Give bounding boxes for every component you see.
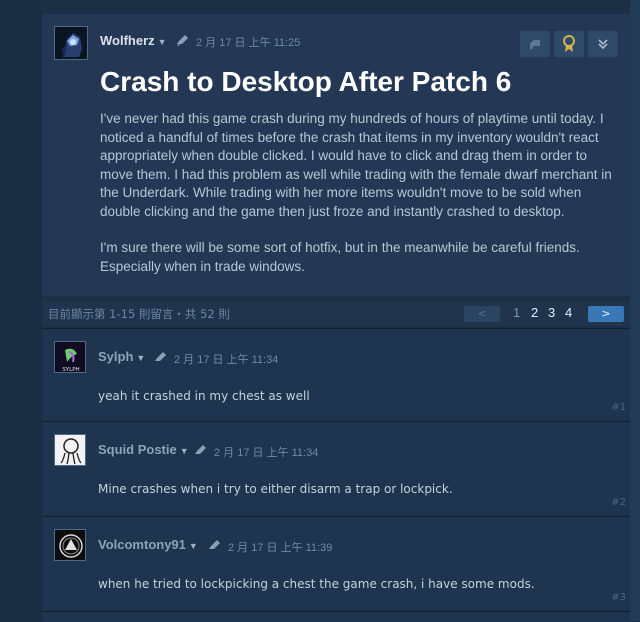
page-3[interactable]: 3 (548, 305, 555, 320)
page-1[interactable]: 1 (513, 305, 520, 320)
sylph-avatar-image: SYLPH (55, 342, 85, 373)
report-button[interactable] (520, 31, 550, 57)
comment-number[interactable]: #1 (611, 402, 626, 413)
comment-count: 目前顯示第 1-15 則留言・共 52 則 (48, 307, 230, 321)
chevron-down-icon[interactable]: ▼ (189, 541, 198, 551)
page-2[interactable]: 2 (531, 305, 538, 320)
edit-pen-icon (176, 34, 190, 49)
comment-avatar[interactable]: SYLPH (54, 341, 86, 373)
comment-timestamp: 2 月 17 日 上午 11:39 (228, 542, 333, 554)
comment-timestamp-line: 2 月 17 日 上午 11:34 (154, 351, 278, 367)
award-button[interactable] (554, 31, 584, 57)
comment-timestamp: 2 月 17 日 上午 11:34 (174, 354, 279, 366)
comment-timestamp-line: 2 月 17 日 上午 11:34 (194, 444, 318, 460)
page-right-background (630, 0, 640, 621)
volcom-avatar-image (55, 530, 85, 560)
thumb-down-icon (530, 40, 540, 49)
op-avatar-image (55, 27, 87, 59)
op-paragraph-1: I've never had this game crash during my… (100, 111, 612, 219)
comment-1: SYLPH Sylph ▼ 2 月 17 日 上午 11:34 yeah it c… (42, 328, 630, 420)
comment-avatar[interactable] (54, 529, 86, 561)
sylph-avatar-label: SYLPH (62, 367, 79, 373)
op-avatar[interactable] (54, 26, 88, 60)
op-timestamp-line: 2 月 17 日 上午 11:25 (176, 34, 300, 50)
page-left-background (0, 0, 42, 621)
comment-text: Mine crashes when i try to either disarm… (98, 482, 453, 496)
page-4[interactable]: 4 (565, 305, 572, 320)
comment-author[interactable]: Squid Postie ▼ (98, 442, 189, 457)
chevron-down-icon[interactable]: ▼ (180, 446, 189, 456)
next-comment-edge (42, 611, 630, 622)
comment-timestamp: 2 月 17 日 上午 11:34 (214, 447, 319, 459)
op-timestamp: 2 月 17 日 上午 11:25 (196, 37, 301, 49)
comment-author[interactable]: Sylph ▼ (98, 349, 145, 364)
comment-number[interactable]: #3 (611, 592, 626, 603)
edit-pen-icon (154, 351, 168, 366)
comment-timestamp-line: 2 月 17 日 上午 11:39 (208, 539, 332, 555)
topic-title: Crash to Desktop After Patch 6 (100, 66, 512, 97)
comment-2: Squid Postie ▼ 2 月 17 日 上午 11:34 Mine cra… (42, 421, 630, 515)
comment-author-name[interactable]: Sylph (98, 349, 133, 364)
comment-3: Volcomtony91 ▼ 2 月 17 日 上午 11:39 when he … (42, 516, 630, 610)
op-author-name[interactable]: Wolfherz (100, 33, 155, 48)
edit-pen-icon (208, 539, 222, 554)
op-author[interactable]: Wolfherz ▼ (100, 33, 167, 48)
comment-text: yeah it crashed in my chest as well (98, 389, 310, 403)
double-chevron-down-icon (598, 39, 608, 50)
award-ribbon-icon (563, 35, 575, 52)
comment-author[interactable]: Volcomtony91 ▼ (98, 537, 198, 552)
comment-author-name[interactable]: Squid Postie (98, 442, 177, 457)
next-page-button[interactable]: > (588, 306, 624, 322)
jump-down-button[interactable] (588, 31, 618, 57)
comment-author-name[interactable]: Volcomtony91 (98, 537, 186, 552)
original-post: Wolfherz ▼ 2 月 17 日 上午 11:25 Crash to Des… (42, 14, 630, 296)
op-body: I've never had this game crash during my… (100, 110, 620, 294)
comment-text: when he tried to lockpicking a chest the… (98, 577, 535, 591)
edit-pen-icon (194, 444, 208, 459)
comment-number[interactable]: #2 (611, 497, 626, 508)
squid-avatar-image (55, 435, 85, 465)
chevron-down-icon[interactable]: ▼ (158, 37, 167, 47)
comment-paging-bar: 目前顯示第 1-15 則留言・共 52 則 < 1 2 3 4 > (42, 302, 630, 326)
comment-avatar[interactable] (54, 434, 86, 466)
op-paragraph-2: I'm sure there will be some sort of hotf… (100, 240, 580, 274)
chevron-down-icon[interactable]: ▼ (136, 353, 145, 363)
prev-page-button[interactable]: < (464, 306, 500, 322)
